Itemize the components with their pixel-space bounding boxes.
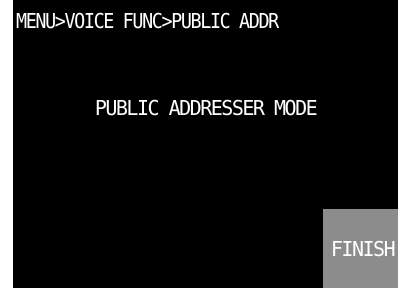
finish-button[interactable]: FINISH xyxy=(323,209,398,288)
device-screen: MENU>VOICE FUNC>PUBLIC ADDR PUBLIC ADDRE… xyxy=(13,0,398,288)
mode-title: PUBLIC ADDRESSER MODE xyxy=(94,96,318,120)
breadcrumb: MENU>VOICE FUNC>PUBLIC ADDR xyxy=(16,9,279,33)
